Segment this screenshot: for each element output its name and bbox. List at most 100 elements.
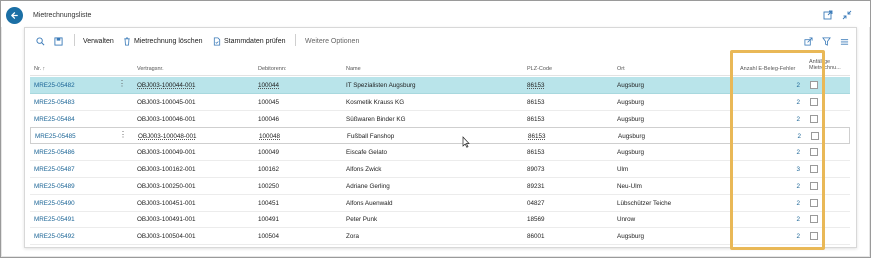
column-header-ort[interactable]: Ort bbox=[617, 66, 625, 72]
cell-name: Kosmetik Krauss KG bbox=[346, 98, 405, 106]
cell-nr[interactable]: MRE25-05487 bbox=[34, 166, 75, 173]
row-actions-icon[interactable]: ⋮ bbox=[119, 130, 127, 139]
open-in-new-window-icon[interactable] bbox=[823, 10, 835, 22]
cell-anzahl[interactable]: 2 bbox=[770, 149, 800, 156]
cell-vertragsnr: OBJ003-100045-001 bbox=[137, 98, 196, 106]
table-row[interactable]: MRE25-05486 OBJ003-100049-001 100049 Eiscaf… bbox=[30, 144, 850, 162]
cell-anzahl[interactable]: 2 bbox=[770, 82, 800, 89]
list-icon bbox=[840, 38, 849, 45]
cell-anzahl[interactable]: 2 bbox=[770, 200, 800, 207]
filter-button[interactable] bbox=[822, 35, 831, 47]
toolbar-separator bbox=[74, 34, 75, 46]
cell-anzahl[interactable]: 2 bbox=[770, 233, 800, 240]
more-options-label: Weitere Optionen bbox=[305, 37, 360, 45]
collapse-icon[interactable] bbox=[842, 10, 854, 22]
search-icon bbox=[36, 36, 45, 45]
cell-ort: Augsburg bbox=[617, 233, 644, 241]
table-row[interactable]: MRE25-05484 OBJ003-100046-001 100046 Süßwar… bbox=[30, 111, 850, 128]
table-row[interactable]: MRE25-05483 OBJ003-100045-001 100045 Kosmet… bbox=[30, 94, 850, 111]
checkbox-anfaellige[interactable] bbox=[810, 232, 818, 241]
verwalten-label: Verwalten bbox=[83, 37, 114, 45]
search-button[interactable] bbox=[36, 35, 45, 47]
back-button[interactable] bbox=[6, 7, 23, 24]
cell-nr[interactable]: MRE25-05489 bbox=[34, 183, 75, 190]
cell-anzahl[interactable]: 2 bbox=[770, 99, 800, 106]
checkbox-anfaellige[interactable] bbox=[810, 198, 818, 207]
table-row[interactable]: MRE25-05487 OBJ003-100162-001 100162 Alfons… bbox=[30, 161, 850, 178]
cell-debitorennr: 100048 bbox=[259, 133, 281, 141]
cell-vertragsnr: OBJ003-100451-001 bbox=[137, 199, 196, 207]
checkbox-anfaellige[interactable] bbox=[810, 81, 818, 89]
column-header-vertragsnr[interactable]: Vertragsnr. bbox=[137, 66, 164, 72]
cell-plz: 86001 bbox=[527, 233, 545, 241]
top-bar: Mietrechnungsliste bbox=[1, 1, 870, 27]
cell-ort: Ulm bbox=[617, 166, 629, 173]
list-view-button[interactable] bbox=[840, 35, 849, 47]
toolbar-separator bbox=[295, 34, 296, 46]
column-header-anzahl[interactable]: Anzahl E-Beleg-Fehler bbox=[740, 66, 795, 72]
cell-nr[interactable]: MRE25-05485 bbox=[35, 133, 76, 140]
verwalten-button[interactable]: Verwalten bbox=[83, 35, 114, 47]
share-icon bbox=[804, 36, 813, 46]
checkbox-anfaellige[interactable] bbox=[810, 165, 818, 173]
table-row[interactable]: MRE25-05491 OBJ003-100491-001 100491 Peter … bbox=[30, 211, 850, 229]
cell-ort: Augsburg bbox=[617, 98, 644, 106]
column-header-anfaellige[interactable]: Anfällige Mietrechnu... bbox=[809, 59, 841, 71]
checkbox-anfaellige[interactable] bbox=[810, 148, 818, 157]
cell-nr[interactable]: MRE25-05490 bbox=[34, 200, 75, 207]
cell-plz: 86153 bbox=[527, 82, 545, 89]
cell-debitorennr: 100451 bbox=[258, 199, 280, 207]
cell-vertragsnr: OBJ003-100049-001 bbox=[137, 149, 196, 157]
cell-nr[interactable]: MRE25-05486 bbox=[34, 149, 75, 156]
column-header-plz[interactable]: PLZ-Code bbox=[527, 66, 552, 72]
action-bar: Verwalten Mietrechnung löschen Stammdate… bbox=[25, 28, 856, 52]
column-header-nr[interactable]: Nr. ↑ bbox=[34, 66, 45, 72]
cell-nr[interactable]: MRE25-05492 bbox=[34, 233, 75, 240]
delete-invoice-label: Mietrechnung löschen bbox=[134, 37, 203, 45]
mouse-cursor-icon bbox=[462, 136, 470, 148]
column-header-name[interactable]: Name bbox=[346, 66, 361, 72]
cell-plz: 86153 bbox=[528, 133, 546, 141]
row-actions-icon[interactable]: ⋮ bbox=[118, 79, 126, 88]
cell-anzahl[interactable]: 3 bbox=[770, 166, 800, 173]
cell-nr[interactable]: MRE25-05484 bbox=[34, 116, 75, 123]
cell-nr[interactable]: MRE25-05483 bbox=[34, 99, 75, 106]
cell-plz: 04827 bbox=[527, 199, 545, 207]
cell-debitorennr: 100250 bbox=[258, 182, 280, 190]
check-master-data-button[interactable]: Stammdaten prüfen bbox=[213, 35, 285, 47]
cell-ort: Neu-Ulm bbox=[617, 182, 642, 190]
cell-debitorennr: 100504 bbox=[258, 233, 280, 241]
checkbox-anfaellige[interactable] bbox=[810, 97, 818, 106]
cell-ort: Augsburg bbox=[618, 133, 645, 141]
cell-ort: Augsburg bbox=[617, 115, 644, 123]
cell-debitorennr: 100044 bbox=[258, 82, 280, 89]
check-master-data-label: Stammdaten prüfen bbox=[224, 37, 286, 45]
checkbox-anfaellige[interactable] bbox=[810, 114, 818, 123]
table-row[interactable]: MRE25-05489 OBJ003-100250-001 100250 Adrian… bbox=[30, 178, 850, 195]
more-options-button[interactable]: Weitere Optionen bbox=[305, 35, 359, 47]
cell-plz: 89073 bbox=[527, 166, 545, 173]
table-row[interactable]: MRE25-05492 OBJ003-100504-001 100504 Zora 86… bbox=[30, 228, 850, 246]
checkbox-anfaellige[interactable] bbox=[811, 132, 819, 141]
cell-anzahl[interactable]: 2 bbox=[771, 133, 801, 140]
delete-invoice-button[interactable]: Mietrechnung löschen bbox=[123, 35, 203, 47]
checkbox-anfaellige[interactable] bbox=[810, 181, 818, 190]
cell-anzahl[interactable]: 2 bbox=[770, 183, 800, 190]
cell-nr[interactable]: MRE25-05491 bbox=[34, 216, 75, 223]
cell-debitorennr: 100162 bbox=[258, 166, 280, 173]
cell-ort: Augsburg bbox=[617, 149, 644, 157]
cell-anzahl[interactable]: 2 bbox=[770, 216, 800, 223]
checkbox-anfaellige[interactable] bbox=[810, 215, 818, 224]
trash-icon bbox=[124, 36, 130, 46]
new-item-button[interactable] bbox=[54, 35, 63, 47]
cell-nr[interactable]: MRE25-05482 bbox=[34, 82, 75, 89]
column-header-debitorennr[interactable]: Debitorenn: bbox=[258, 66, 286, 72]
cell-anzahl[interactable]: 2 bbox=[770, 116, 800, 123]
table-row[interactable]: MRE25-05490 OBJ003-100451-001 100451 Alfons… bbox=[30, 195, 850, 212]
header-divider bbox=[30, 75, 850, 76]
table-row[interactable]: MRE25-05485 OBJ003-100048-001 100048 Fußbal… bbox=[30, 127, 850, 145]
share-button[interactable] bbox=[804, 35, 813, 47]
cell-vertragsnr: OBJ003-100162-001 bbox=[137, 166, 196, 173]
column-header-anfaellige-line2: Mietrechnu... bbox=[809, 65, 841, 71]
table-row[interactable]: MRE25-05482 OBJ003-100044-001 100044 IT Spe… bbox=[30, 77, 850, 94]
